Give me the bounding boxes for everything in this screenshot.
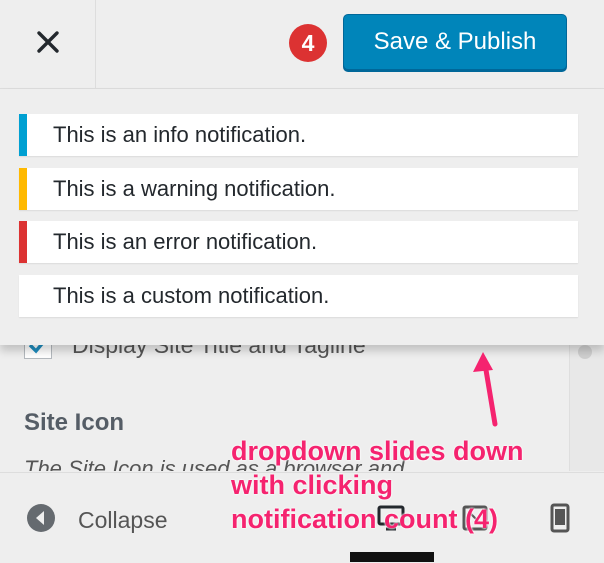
annotation-arrow-icon — [473, 352, 498, 427]
notification-text: This is a custom notification. — [53, 283, 330, 308]
notification-custom: This is a custom notification. — [19, 275, 578, 317]
site-icon-title: Site Icon — [24, 409, 125, 436]
notification-text: This is an error notification. — [53, 229, 318, 254]
collapse-button[interactable]: Collapse — [26, 503, 168, 538]
annotation-caption: dropdown slides down with clicking notif… — [231, 436, 524, 534]
close-icon — [36, 30, 60, 59]
customizer-header: 4 Save & Publish — [0, 0, 604, 89]
notifications-dropdown: This is an info notification. This is a … — [0, 89, 604, 345]
notification-error: This is an error notification. — [19, 221, 578, 263]
close-button[interactable] — [0, 0, 96, 88]
collapse-label: Collapse — [78, 507, 168, 533]
collapse-icon — [26, 503, 56, 538]
mobile-icon[interactable] — [545, 503, 575, 533]
active-device-indicator — [350, 552, 434, 562]
scrollbar-thumb[interactable] — [578, 345, 592, 359]
notification-count-badge[interactable]: 4 — [289, 24, 327, 62]
notification-info: This is an info notification. — [19, 114, 578, 156]
notification-text: This is an info notification. — [53, 122, 307, 147]
notification-text: This is a warning notification. — [53, 176, 336, 201]
save-publish-button[interactable]: Save & Publish — [343, 14, 567, 70]
notification-warning: This is a warning notification. — [19, 168, 578, 210]
